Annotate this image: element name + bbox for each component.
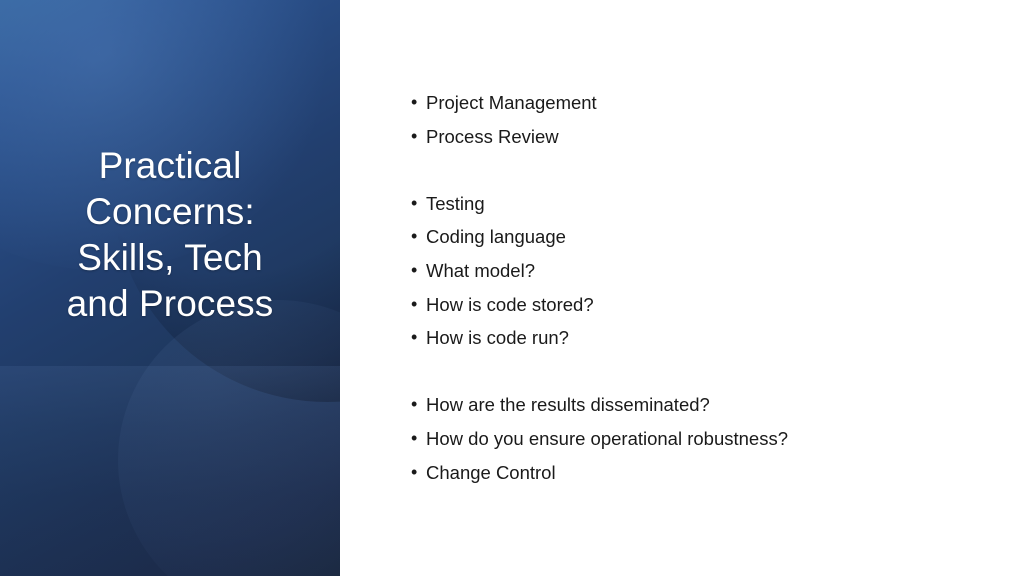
bullet-item: • How are the results disseminated?: [411, 388, 1001, 422]
bullet-item: • Process Review: [411, 120, 1001, 154]
bullet-item: • Project Management: [411, 86, 1001, 120]
bullet-item-label: Project Management: [426, 92, 597, 113]
bullet-list: • Project Management • Process Review • Testi…: [411, 86, 1001, 489]
bullet-item: • Change Control: [411, 456, 1001, 490]
bullet-item: • How is code run?: [411, 321, 1001, 355]
bullet-item: • What model?: [411, 254, 1001, 288]
bullet-point-icon: •: [411, 125, 418, 146]
bullet-item-label: How are the results disseminated?: [426, 394, 710, 416]
bullet-item: • How do you ensure operational robustnes…: [411, 422, 1001, 456]
slide: Practical Concerns: Skills, Tech and Pro…: [0, 0, 1024, 576]
bullet-item-label: Change Control: [426, 461, 556, 483]
bullet-point-icon: •: [411, 327, 418, 348]
bullet-group-spacer: [411, 355, 1001, 389]
bullet-point-icon: •: [411, 394, 418, 415]
bullet-item: • Coding language: [411, 220, 1001, 254]
bullet-item: • How is code stored?: [411, 288, 1001, 322]
bullet-item: • Testing: [411, 187, 1001, 221]
bullet-item-label: What model?: [426, 259, 535, 281]
bullet-point-icon: •: [411, 226, 418, 247]
content-area: • Project Management • Process Review • Testi…: [340, 0, 1024, 576]
bullet-item-label: Testing: [426, 192, 485, 214]
bullet-point-icon: •: [411, 192, 418, 213]
bullet-item-label: Coding language: [426, 226, 566, 248]
bullet-point-icon: •: [411, 92, 418, 112]
title-panel: Practical Concerns: Skills, Tech and Pro…: [0, 0, 340, 576]
bullet-point-icon: •: [411, 461, 418, 482]
bullet-point-icon: •: [411, 259, 418, 280]
slide-title: Practical Concerns: Skills, Tech and Pro…: [66, 145, 274, 324]
bullet-item-label: Process Review: [426, 125, 559, 147]
bullet-group-spacer: [411, 153, 1001, 187]
bullet-point-icon: •: [411, 427, 418, 448]
bullet-item-label: How is code run?: [426, 327, 569, 349]
bullet-item-label: How is code stored?: [426, 293, 594, 315]
bullet-point-icon: •: [411, 293, 418, 314]
bullet-item-label: How do you ensure operational robustness…: [426, 427, 789, 449]
